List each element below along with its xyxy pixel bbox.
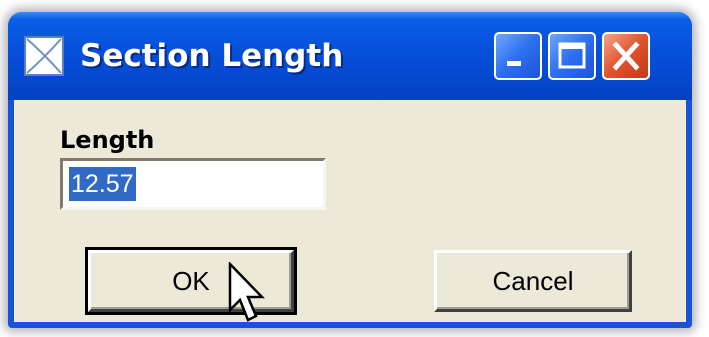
minimize-button[interactable]	[494, 32, 542, 80]
length-input-value: 12.57	[69, 167, 136, 201]
cancel-button[interactable]: Cancel	[434, 250, 632, 312]
close-icon	[612, 41, 640, 71]
length-input[interactable]: 12.57	[60, 158, 326, 210]
title-bar[interactable]: Section Length	[8, 12, 692, 100]
app-icon	[24, 36, 64, 76]
length-label: Length	[60, 126, 155, 154]
mouse-cursor-icon	[228, 262, 265, 322]
window-title: Section Length	[80, 38, 344, 74]
maximize-button[interactable]	[548, 32, 596, 80]
minimize-icon	[507, 61, 521, 66]
dialog-body: Length 12.57 OK Cancel	[14, 100, 686, 322]
maximize-icon	[558, 42, 586, 69]
close-button[interactable]	[602, 32, 650, 80]
dialog-window: Section Length Length 12.57 OK Cancel	[8, 12, 692, 328]
